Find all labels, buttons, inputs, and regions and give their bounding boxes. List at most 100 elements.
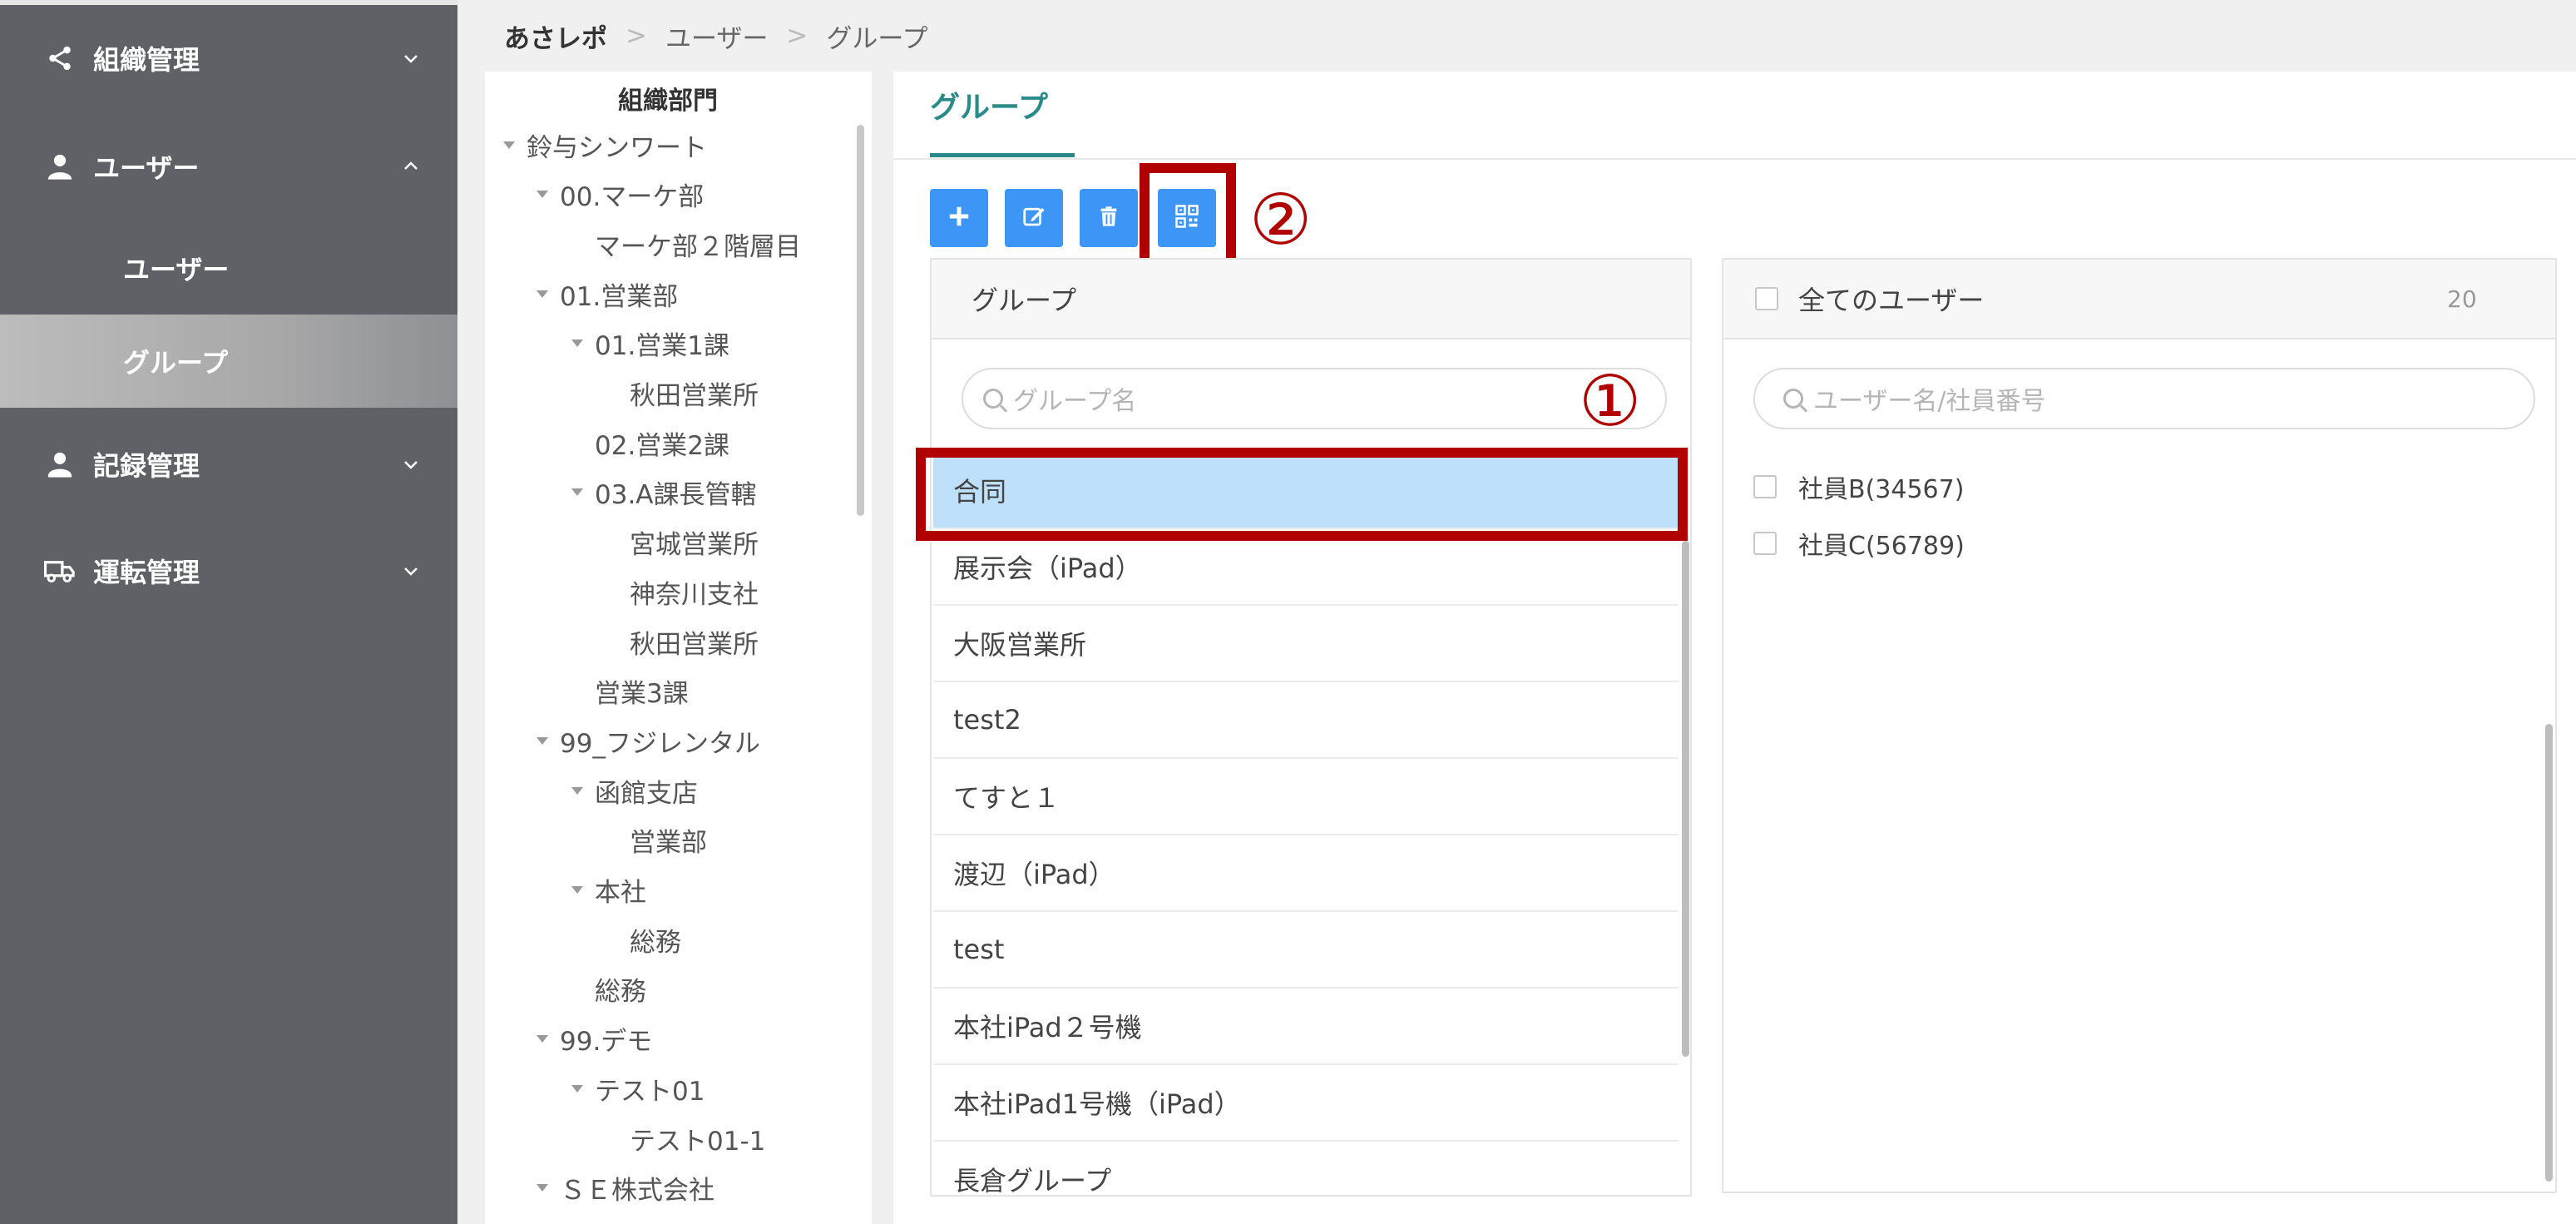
chevron-down-icon [394, 448, 428, 481]
user-search-input[interactable]: ユーザー名/社員番号 [1753, 368, 2535, 429]
sidebar-subitem-groups[interactable]: グループ [0, 315, 457, 408]
tree-node[interactable]: 秋田営業所 [630, 370, 759, 417]
tree-node[interactable]: 01.営業部 [536, 270, 678, 317]
search-icon [1783, 389, 1803, 409]
tree-node[interactable]: 総務 [595, 966, 646, 1013]
group-search-placeholder: グループ名 [1013, 387, 1137, 416]
tree-node-label: 鈴与シンワート [527, 132, 707, 163]
tree-node[interactable]: テスト01 [571, 1065, 705, 1112]
caret-down-icon[interactable] [571, 886, 583, 894]
tree-node-label: 01.営業1課 [595, 331, 730, 362]
user-checkbox[interactable] [1753, 532, 1777, 555]
user-count: 20 [2447, 285, 2477, 313]
tree-node[interactable]: マーケ部２階層目 [595, 221, 801, 267]
caret-down-icon[interactable] [536, 1184, 548, 1192]
tree-node[interactable]: 総務 [630, 916, 681, 963]
sidebar-subitem-label: ユーザー [123, 254, 230, 285]
group-name: 長倉グループ [953, 1165, 1112, 1197]
tree-node-label: 函館支店 [595, 778, 698, 809]
tree-node[interactable]: 03.A課長管轄 [571, 469, 757, 516]
sidebar-item-organization[interactable]: 組織管理 [0, 12, 457, 105]
delete-button[interactable] [1080, 189, 1138, 247]
group-row[interactable]: test [933, 912, 1679, 989]
caret-down-icon[interactable] [536, 736, 548, 745]
sidebar-subitem-users[interactable]: ユーザー [0, 221, 457, 315]
tree-node[interactable]: 本社 [571, 867, 646, 914]
tree-scrollbar[interactable] [857, 125, 864, 516]
caret-down-icon[interactable] [571, 1084, 583, 1093]
breadcrumb-users[interactable]: ユーザー [665, 17, 768, 55]
tree-node-label: 営業部 [630, 828, 707, 859]
add-button[interactable] [930, 189, 988, 247]
tree-node-label: 営業3課 [595, 679, 689, 710]
tree-node[interactable]: 宮城営業所 [630, 519, 759, 566]
user-checkbox[interactable] [1753, 475, 1777, 498]
tree-node[interactable]: 鈴与シンワート [503, 121, 707, 168]
tree-node-label: テスト01 [595, 1076, 705, 1107]
edit-button[interactable] [1005, 189, 1063, 247]
group-row[interactable]: 大阪営業所 [933, 606, 1679, 682]
caret-down-icon[interactable] [536, 191, 548, 199]
group-row[interactable]: てすと１ [933, 759, 1679, 835]
chevron-down-icon [394, 42, 428, 75]
chevron-down-icon [394, 554, 428, 587]
sidebar-item-records[interactable]: 記録管理 [0, 418, 457, 511]
tree-node[interactable]: 神奈川支社 [630, 568, 759, 615]
sidebar-item-driving[interactable]: 運転管理 [0, 524, 457, 617]
tree-node[interactable]: 02.営業2課 [595, 419, 729, 466]
group-name: test2 [953, 704, 1021, 736]
tree-node-label: 99_フジレンタル [560, 728, 760, 759]
caret-down-icon[interactable] [571, 786, 583, 795]
group-row[interactable]: 本社iPad1号機（iPad） [933, 1065, 1679, 1142]
tree-node-label: 秋田営業所 [630, 629, 759, 660]
breadcrumb: あさレポ > ユーザー > グループ [457, 0, 2576, 72]
group-list-scrollbar[interactable] [1682, 541, 1689, 1057]
group-row[interactable]: 本社iPad２号機 [933, 989, 1679, 1065]
tree-node-label: 宮城営業所 [630, 530, 759, 561]
group-name: てすと１ [953, 782, 1061, 814]
annotation-box-selected-group [916, 448, 1688, 541]
select-all-checkbox[interactable] [1755, 287, 1778, 310]
group-row[interactable]: 渡辺（iPad） [933, 835, 1679, 912]
caret-down-icon[interactable] [503, 141, 515, 149]
group-name: test [953, 934, 1005, 965]
tree-node[interactable]: テスト01-1 [630, 1115, 765, 1162]
org-tree-panel: 組織部門 鈴与シンワート 00.マーケ部マーケ部２階層目 01.営業部 01.営業1課… [485, 72, 872, 1224]
sidebar-item-label: ユーザー [93, 152, 200, 184]
group-row[interactable]: test2 [933, 682, 1679, 759]
tree-node[interactable]: 00.マーケ部 [536, 171, 704, 218]
org-tree-title: 組織部門 [618, 87, 718, 116]
sidebar-item-label: 記録管理 [93, 450, 200, 482]
breadcrumb-home[interactable]: あさレポ [504, 17, 607, 55]
tree-node[interactable]: ＳＥ株式会社 [536, 1165, 714, 1212]
tree-node[interactable]: 99.デモ [536, 1016, 652, 1063]
sidebar-item-label: 運転管理 [93, 557, 200, 588]
tree-node[interactable]: 営業3課 [595, 668, 689, 715]
group-row[interactable]: 長倉グループ [933, 1142, 1679, 1197]
sidebar: 組織管理 ユーザー ユーザー グループ 記録管理 運転管理 [0, 0, 457, 1224]
tree-node-label: 00.マーケ部 [560, 182, 705, 213]
chevron-up-icon [394, 150, 428, 183]
user-list-scrollbar[interactable] [2545, 724, 2553, 1182]
user-search-placeholder: ユーザー名/社員番号 [1813, 387, 2046, 416]
group-search-input[interactable]: グループ名 [962, 368, 1667, 429]
caret-down-icon[interactable] [536, 1035, 548, 1043]
tree-node[interactable]: 99_フジレンタル [536, 717, 760, 764]
caret-down-icon[interactable] [571, 488, 583, 497]
tab-active-indicator [930, 153, 1075, 157]
tree-node[interactable]: 函館支店 [571, 767, 698, 814]
caret-down-icon[interactable] [571, 339, 583, 348]
tree-node-label: 03.A課長管轄 [595, 480, 757, 511]
user-row[interactable]: 社員B(34567) [1753, 466, 1964, 508]
user-row[interactable]: 社員C(56789) [1753, 523, 1965, 564]
tree-node[interactable]: 営業部 [630, 817, 707, 864]
tab-groups[interactable]: グループ [930, 83, 1048, 126]
group-list-panel: グループ グループ名 合同 展示会（iPad） 大阪営業所 test2 てすと１ 渡辺（i… [930, 258, 1692, 1197]
sidebar-item-users[interactable]: ユーザー [0, 120, 457, 213]
breadcrumb-separator: > [786, 21, 808, 51]
caret-down-icon[interactable] [536, 290, 548, 298]
trash-icon [1097, 204, 1120, 232]
tree-node[interactable]: 01.営業1課 [571, 320, 729, 367]
tree-node[interactable]: 秋田営業所 [630, 618, 759, 665]
tree-node-label: ＳＥ株式会社 [560, 1176, 714, 1207]
